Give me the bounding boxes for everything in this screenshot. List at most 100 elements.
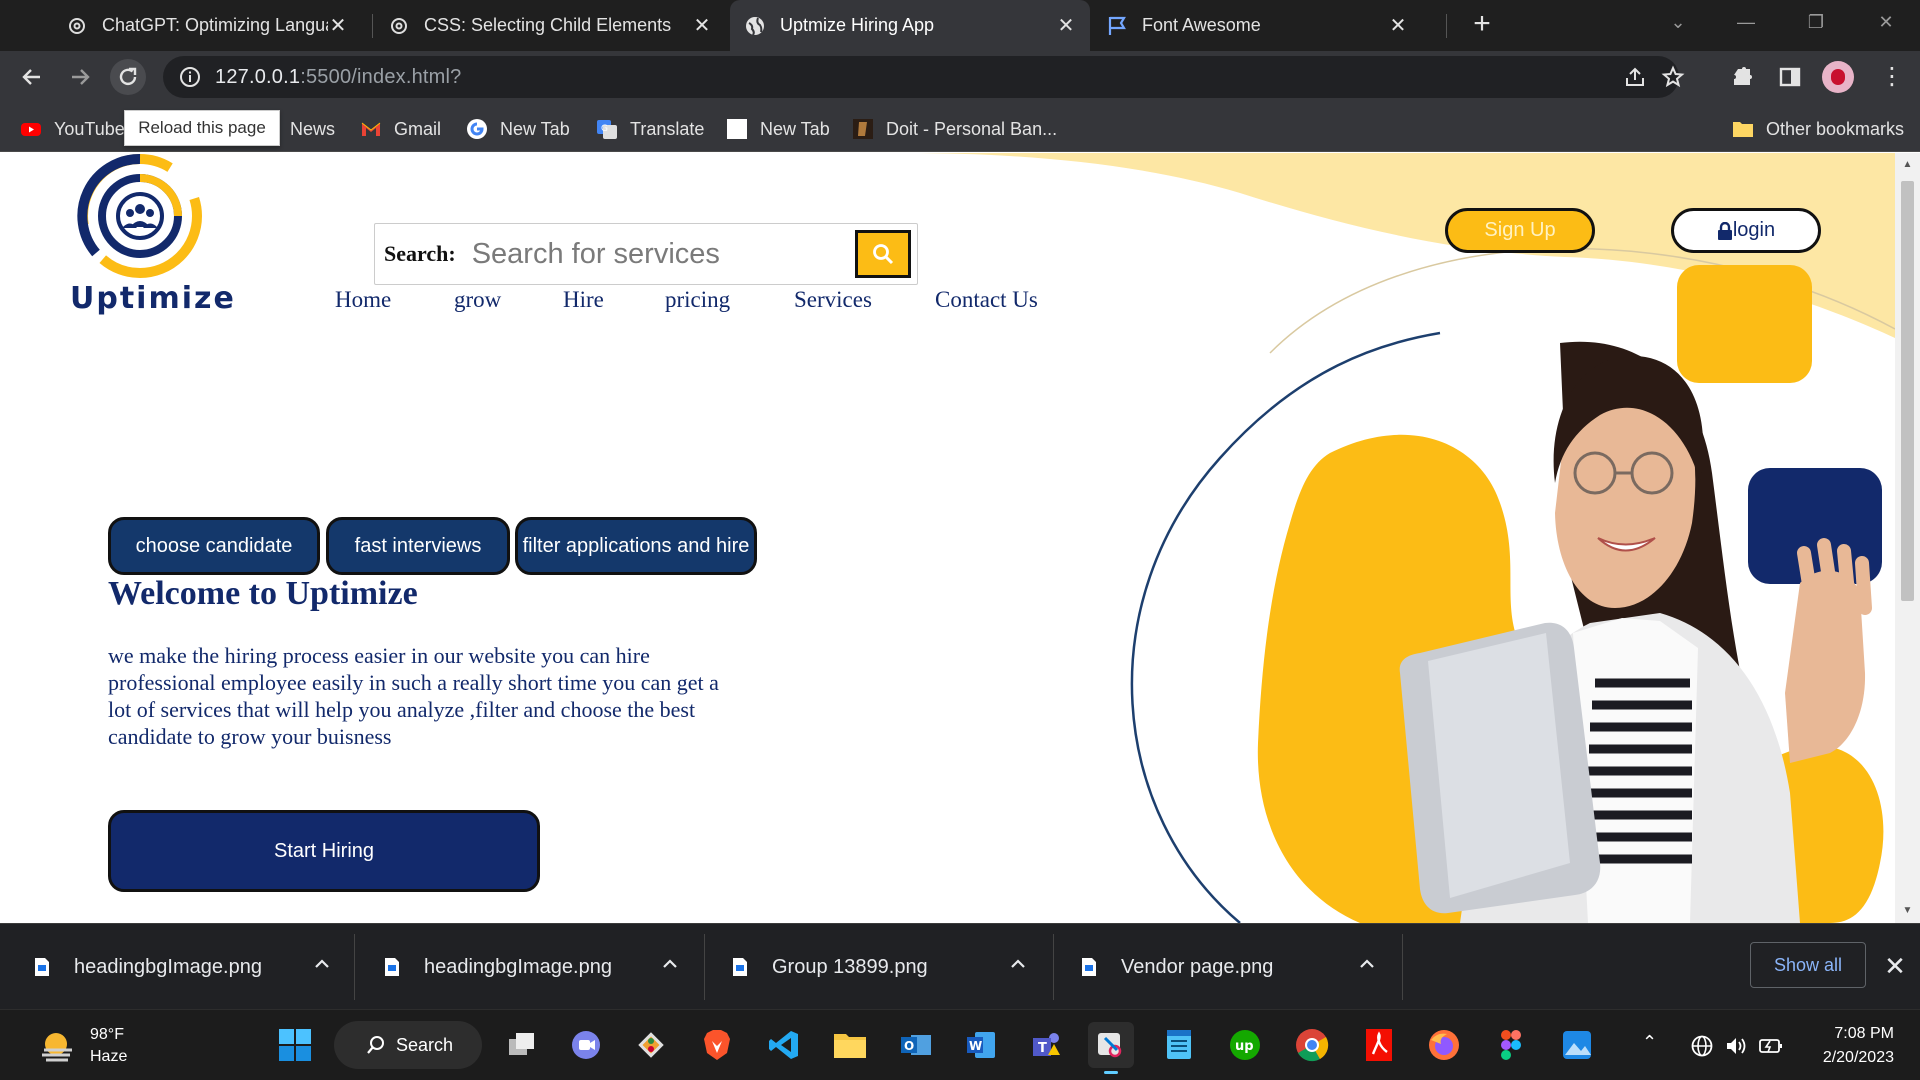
login-button[interactable]: login [1671, 208, 1821, 253]
search-icon [367, 1036, 384, 1054]
scroll-down-arrow[interactable]: ▼ [1901, 905, 1914, 919]
pdf-reader-icon[interactable] [1356, 1022, 1402, 1068]
bookmark-label: YouTube [54, 118, 125, 139]
bookmark-new-tab[interactable]: New Tab [466, 116, 570, 142]
bookmark-label: New Tab [500, 118, 570, 139]
extensions-icon[interactable] [1730, 65, 1754, 89]
brave-icon[interactable] [694, 1022, 740, 1068]
star-icon[interactable] [1661, 65, 1685, 89]
upwork-icon[interactable]: up [1222, 1022, 1268, 1068]
chevron-up-icon[interactable]: ⌃ [1642, 1032, 1657, 1053]
info-icon[interactable] [179, 66, 201, 88]
gmail-icon [361, 122, 381, 136]
page-scrollbar[interactable]: ▲ ▼ [1895, 153, 1920, 923]
chevron-up-icon[interactable] [1008, 954, 1028, 974]
search-input[interactable] [471, 237, 852, 271]
chrome-icon[interactable] [1289, 1022, 1335, 1068]
search-label: Search: [384, 241, 456, 266]
chip-choose-candidate[interactable]: choose candidate [108, 517, 320, 575]
restore-button[interactable]: ❐ [1786, 0, 1846, 44]
speaker-icon[interactable] [1724, 1034, 1748, 1058]
other-bookmarks[interactable]: Other bookmarks [1732, 116, 1904, 142]
nav-home[interactable]: Home [335, 287, 391, 313]
minimize-button[interactable]: — [1716, 0, 1776, 44]
close-icon[interactable]: ✕ [1388, 13, 1408, 38]
tab-css[interactable]: CSS: Selecting Child Elements ✕ [374, 0, 726, 51]
nav-grow[interactable]: grow [454, 287, 501, 313]
close-icon[interactable]: ✕ [1880, 946, 1910, 986]
address-bar[interactable]: 127.0.0.1:5500/index.html? [163, 56, 1685, 98]
url-path: :5500/index.html? [300, 65, 462, 88]
chip-filter-applications[interactable]: filter applications and hire [515, 517, 757, 575]
git-icon[interactable] [628, 1022, 674, 1068]
bookmark-translate[interactable]: G Translate [596, 116, 704, 142]
bookmark-label: Other bookmarks [1766, 118, 1905, 139]
tab-uptimize[interactable]: Uptmize Hiring App ✕ [730, 0, 1090, 51]
word-icon[interactable]: W [958, 1022, 1004, 1068]
chevron-down-icon[interactable]: ⌄ [1648, 0, 1708, 44]
translate-icon: G [597, 120, 617, 139]
bookmark-doit[interactable]: Doit - Personal Ban... [852, 116, 1057, 142]
task-view-icon[interactable] [499, 1022, 545, 1068]
search-button[interactable] [855, 230, 911, 278]
download-item[interactable]: headingbgImage.png [384, 924, 684, 1010]
scroll-up-arrow[interactable]: ▲ [1901, 159, 1914, 173]
close-icon[interactable]: ✕ [328, 13, 348, 38]
back-button[interactable] [14, 59, 50, 95]
avatar[interactable] [1822, 61, 1854, 93]
vscode-icon[interactable] [761, 1022, 807, 1068]
close-window-button[interactable]: ✕ [1856, 0, 1916, 44]
share-icon[interactable] [1623, 65, 1647, 89]
file-explorer-icon[interactable] [827, 1022, 873, 1068]
nav-hire[interactable]: Hire [563, 287, 604, 313]
nav-pricing[interactable]: pricing [665, 287, 730, 313]
sign-up-button[interactable]: Sign Up [1445, 208, 1595, 253]
chevron-up-icon[interactable] [1357, 954, 1377, 974]
forward-button[interactable] [62, 59, 98, 95]
chip-fast-interviews[interactable]: fast interviews [326, 517, 510, 575]
start-hiring-button[interactable]: Start Hiring [108, 810, 540, 892]
snipping-tool-icon[interactable] [1088, 1022, 1134, 1074]
chevron-up-icon[interactable] [660, 954, 680, 974]
weather-widget[interactable]: 98°F Haze [40, 1024, 127, 1068]
download-separator [704, 934, 705, 1000]
photos-icon[interactable] [1554, 1022, 1600, 1068]
nav-services[interactable]: Services [794, 287, 872, 313]
tab-chatgpt[interactable]: ChatGPT: Optimizing Language M ✕ [52, 0, 362, 51]
download-item[interactable]: Group 13899.png [732, 924, 1032, 1010]
download-item[interactable]: Vendor page.png [1081, 924, 1381, 1010]
bookmark-gmail[interactable]: Gmail [360, 116, 441, 142]
bookmark-label: New Tab [760, 118, 830, 139]
side-panel-icon[interactable] [1778, 65, 1802, 89]
close-icon[interactable]: ✕ [692, 13, 712, 38]
nav-contact-us[interactable]: Contact Us [935, 287, 1038, 313]
svg-text:O: O [904, 1039, 914, 1053]
tab-font-awesome[interactable]: Font Awesome ✕ [1092, 0, 1422, 51]
bookmark-news[interactable]: News [290, 116, 335, 142]
teams-icon[interactable]: T [1024, 1022, 1070, 1068]
globe-icon[interactable] [1690, 1034, 1714, 1058]
scrollbar-thumb[interactable] [1901, 181, 1914, 601]
download-item[interactable]: headingbgImage.png [34, 924, 334, 1010]
windows-start-icon[interactable] [272, 1022, 318, 1068]
chevron-up-icon[interactable] [312, 954, 332, 974]
figma-icon[interactable] [1488, 1022, 1534, 1068]
notepad-icon[interactable] [1156, 1022, 1202, 1068]
reload-button[interactable] [110, 59, 146, 95]
bookmark-youtube[interactable]: YouTube [20, 116, 125, 142]
new-tab-button[interactable]: + [1465, 8, 1499, 42]
bookmark-new-tab-2[interactable]: New Tab [726, 116, 830, 142]
bookmark-label: Translate [630, 118, 705, 139]
outlook-icon[interactable]: O [893, 1022, 939, 1068]
firefox-icon[interactable] [1421, 1022, 1467, 1068]
teams-chat-icon[interactable] [563, 1022, 609, 1068]
battery-icon[interactable] [1758, 1034, 1784, 1058]
show-all-button[interactable]: Show all [1750, 942, 1866, 988]
close-icon[interactable]: ✕ [1056, 13, 1076, 38]
system-clock[interactable]: 7:08 PM 2/20/2023 [1808, 1022, 1894, 1070]
weather-condition: Haze [90, 1048, 128, 1065]
taskbar-search[interactable]: Search [334, 1021, 482, 1069]
menu-icon[interactable]: ⋮ [1880, 63, 1904, 91]
svg-text:T: T [1038, 1041, 1047, 1056]
download-filename: headingbgImage.png [74, 955, 262, 978]
